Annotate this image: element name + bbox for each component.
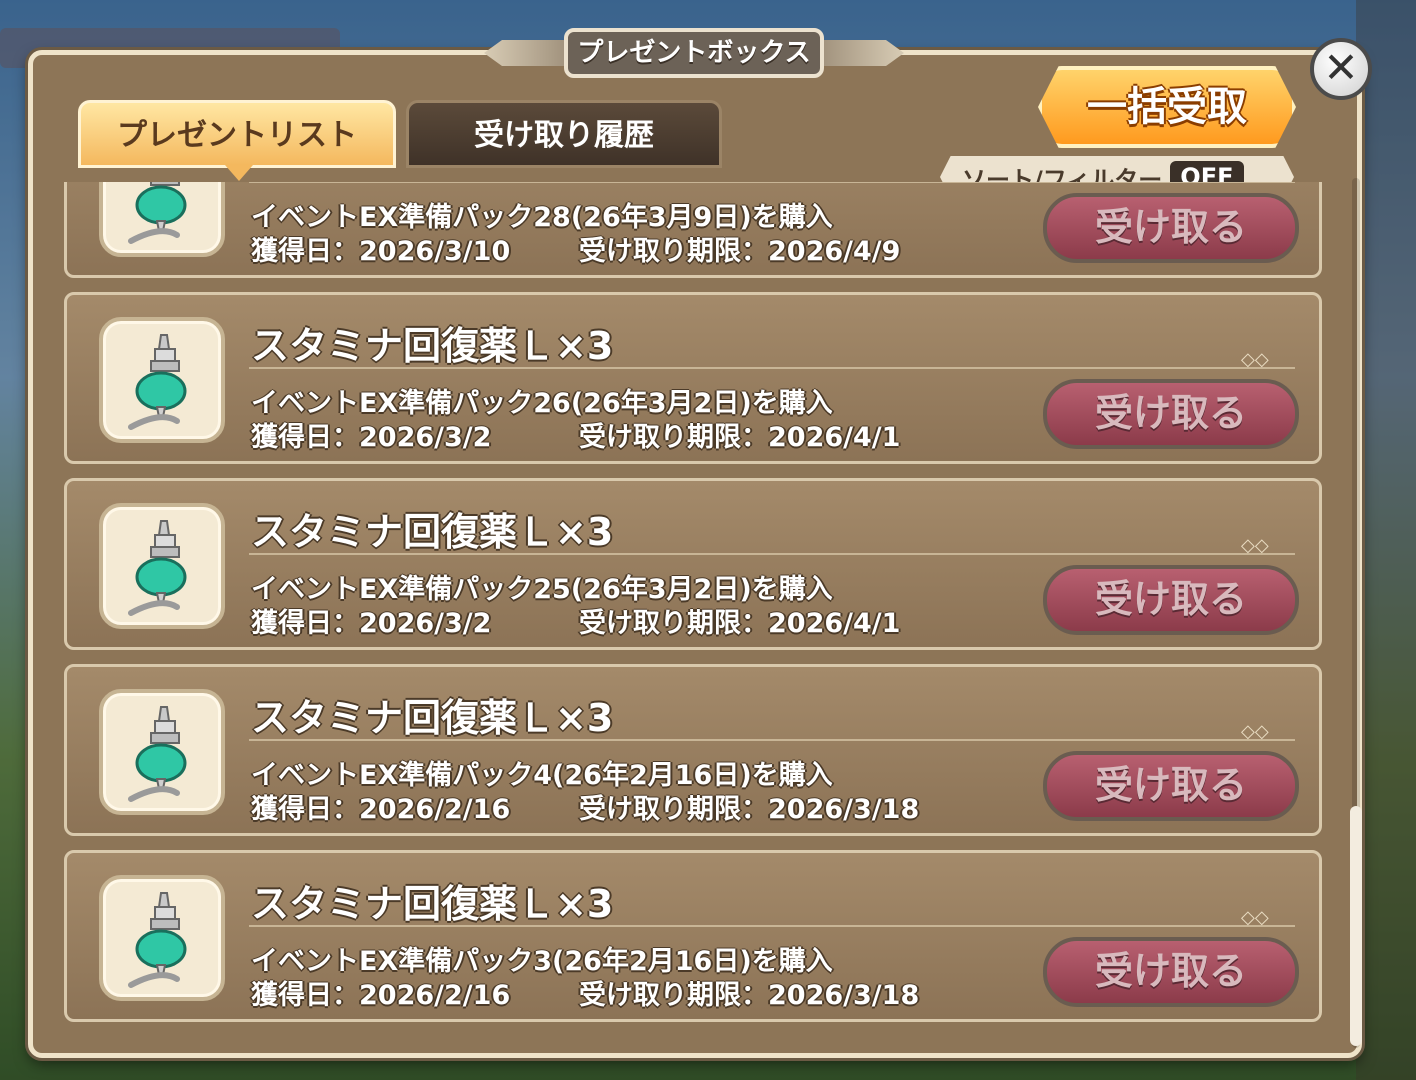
item-icon-frame xyxy=(99,182,225,257)
item-name: スタミナ回復薬Ｌ×3 xyxy=(251,882,614,926)
background-side-menu xyxy=(1356,0,1416,1080)
bulk-receive-button[interactable]: 一括受取 xyxy=(1038,66,1296,148)
acquired-date: 獲得日：2026/2/16 xyxy=(251,794,511,825)
potion-icon xyxy=(128,520,187,616)
list-item: スタミナ回復薬Ｌ×3 ◇◇ イベントEX準備パック26(26年3月2日)を購入 … xyxy=(64,292,1322,464)
list-item: スタミナ回復薬Ｌ×3 ◇◇ イベントEX準備パック4(26年2月16日)を購入 … xyxy=(64,664,1322,836)
item-dates: 獲得日：2026/3/10 受け取り期限：2026/4/9 xyxy=(251,229,900,268)
page-title: プレゼントボックス xyxy=(564,28,824,78)
present-list[interactable]: イベントEX準備パック28(26年3月9日)を購入 獲得日：2026/3/10 … xyxy=(64,182,1326,1034)
item-icon-frame xyxy=(99,689,225,815)
acquired-date: 獲得日：2026/2/16 xyxy=(251,980,511,1011)
receive-deadline: 受け取り期限：2026/3/18 xyxy=(579,980,920,1011)
item-name: スタミナ回復薬Ｌ×3 xyxy=(251,510,614,554)
receive-button[interactable]: 受け取る xyxy=(1043,193,1299,263)
item-icon-frame xyxy=(99,503,225,629)
acquired-date: 獲得日：2026/3/10 xyxy=(251,236,511,267)
receive-button[interactable]: 受け取る xyxy=(1043,751,1299,821)
ornament-icon: ◇◇ xyxy=(1241,907,1269,928)
item-name: スタミナ回復薬Ｌ×3 xyxy=(251,696,614,740)
close-icon: ✕ xyxy=(1323,43,1359,92)
item-dates: 獲得日：2026/2/16 受け取り期限：2026/3/18 xyxy=(251,787,919,826)
receive-deadline: 受け取り期限：2026/4/9 xyxy=(579,236,901,267)
receive-button[interactable]: 受け取る xyxy=(1043,937,1299,1007)
ornament-icon: ◇◇ xyxy=(1241,349,1269,370)
potion-icon xyxy=(128,892,187,988)
list-item: イベントEX準備パック28(26年3月9日)を購入 獲得日：2026/3/10 … xyxy=(64,182,1322,278)
potion-icon xyxy=(128,334,187,430)
acquired-date: 獲得日：2026/3/2 xyxy=(251,422,492,453)
receive-deadline: 受け取り期限：2026/4/1 xyxy=(579,422,901,453)
item-name: スタミナ回復薬Ｌ×3 xyxy=(251,324,614,368)
receive-deadline: 受け取り期限：2026/4/1 xyxy=(579,608,901,639)
title-banner: プレゼントボックス xyxy=(484,24,904,80)
list-item: スタミナ回復薬Ｌ×3 ◇◇ イベントEX準備パック3(26年2月16日)を購入 … xyxy=(64,850,1322,1022)
item-dates: 獲得日：2026/3/2 受け取り期限：2026/4/1 xyxy=(251,415,900,454)
row-divider xyxy=(249,182,1295,183)
potion-icon xyxy=(128,706,187,802)
acquired-date: 獲得日：2026/3/2 xyxy=(251,608,492,639)
potion-icon xyxy=(128,182,187,244)
ornament-icon: ◇◇ xyxy=(1241,535,1269,556)
receive-deadline: 受け取り期限：2026/3/18 xyxy=(579,794,920,825)
title-ornament-right xyxy=(814,40,904,66)
title-ornament-left xyxy=(484,40,574,66)
item-dates: 獲得日：2026/2/16 受け取り期限：2026/3/18 xyxy=(251,973,919,1012)
item-icon-frame xyxy=(99,875,225,1001)
item-dates: 獲得日：2026/3/2 受け取り期限：2026/4/1 xyxy=(251,601,900,640)
close-button[interactable]: ✕ xyxy=(1310,38,1372,100)
ornament-icon: ◇◇ xyxy=(1241,721,1269,742)
scrollbar-thumb[interactable] xyxy=(1350,806,1362,1046)
tab-present-list[interactable]: プレゼントリスト xyxy=(78,100,396,181)
tab-receive-history[interactable]: 受け取り履歴 xyxy=(406,100,722,168)
receive-button[interactable]: 受け取る xyxy=(1043,565,1299,635)
receive-button[interactable]: 受け取る xyxy=(1043,379,1299,449)
item-icon-frame xyxy=(99,317,225,443)
list-item: スタミナ回復薬Ｌ×3 ◇◇ イベントEX準備パック25(26年3月2日)を購入 … xyxy=(64,478,1322,650)
